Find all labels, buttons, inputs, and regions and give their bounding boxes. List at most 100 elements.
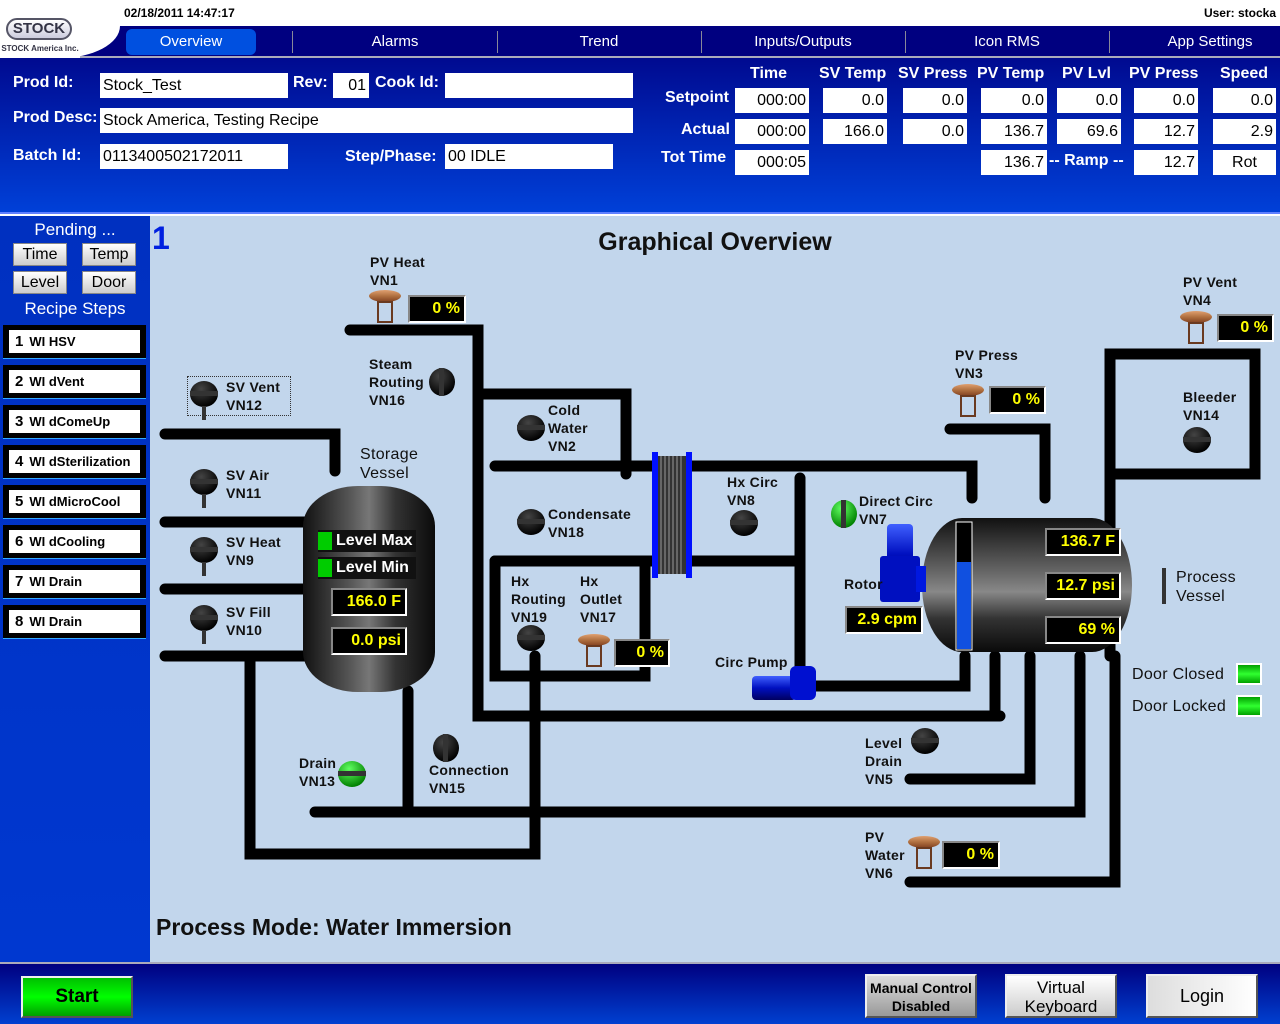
tab-app-settings[interactable]: App Settings <box>1110 29 1280 55</box>
manual-control-button[interactable]: Manual Control Disabled <box>865 974 977 1018</box>
cook-id-field[interactable] <box>445 73 633 98</box>
step-name: WI dSterilization <box>29 454 131 469</box>
col-header-pv-temp: PV Temp <box>977 65 1045 82</box>
valve-vn6[interactable] <box>908 836 940 869</box>
valve-vn15[interactable] <box>433 734 459 762</box>
ramp-pv-temp: 136.7 <box>981 150 1047 175</box>
circ-pump <box>752 666 816 700</box>
top-bar: 02/18/2011 14:47:17 User: stocka <box>0 0 1280 26</box>
circ-pump-label: Circ Pump <box>715 654 788 670</box>
level-min-indicator: Level Min <box>318 557 416 579</box>
valve-vn1[interactable] <box>369 290 401 323</box>
valve-vn5[interactable] <box>911 728 939 754</box>
setpoint-label: Setpoint <box>665 89 729 106</box>
process-vessel-temp: 136.7 F <box>1045 528 1121 556</box>
step-name: WI HSV <box>29 334 76 349</box>
valve-vn4[interactable] <box>1180 311 1212 344</box>
valve-vn11[interactable] <box>190 469 218 508</box>
step-name: WI Drain <box>29 614 83 629</box>
process-vessel-press: 12.7 psi <box>1045 572 1121 600</box>
recipe-step[interactable]: 7 WI Drain <box>3 565 146 599</box>
valve-vn3[interactable] <box>952 384 984 417</box>
virtual-keyboard-button[interactable]: Virtual Keyboard <box>1005 974 1117 1018</box>
prod-desc-field[interactable]: Stock America, Testing Recipe <box>100 108 633 133</box>
user-label: User: stocka <box>1203 6 1276 20</box>
tab-overview[interactable]: Overview <box>126 29 256 55</box>
tab-inputs-outputs[interactable]: Inputs/Outputs <box>702 29 904 55</box>
step-number: 2 <box>15 373 24 390</box>
rotor-label: Rotor <box>844 576 883 592</box>
heat-exchanger <box>652 452 692 578</box>
ramp-pv-press: 12.7 <box>1134 150 1198 175</box>
valve-vn19[interactable] <box>517 625 545 651</box>
cook-id-label: Cook Id: <box>375 74 439 91</box>
vn13-label: Drain VN13 <box>299 755 337 789</box>
vn5-label: Level Drain VN5 <box>865 735 903 787</box>
level-max-led <box>318 532 332 550</box>
tab-trend[interactable]: Trend <box>498 29 700 55</box>
recipe-step[interactable]: 2 WI dVent <box>3 365 146 399</box>
company-logo: STOCK STOCK America Inc. <box>0 14 80 58</box>
step-phase-field[interactable]: 00 IDLE <box>445 144 613 169</box>
setpoint-pv-press: 0.0 <box>1134 88 1198 113</box>
door-closed-indicator <box>1236 663 1262 685</box>
pending-title: Pending ... <box>34 220 116 239</box>
vn8-label: Hx Circ VN8 <box>727 474 779 508</box>
overview-title: Graphical Overview <box>598 228 832 256</box>
recipe-step[interactable]: 4 WI dSterilization <box>3 445 146 479</box>
process-vessel-level: 69 % <box>1045 616 1121 644</box>
level-max-indicator: Level Max <box>318 530 416 552</box>
pending-door-button[interactable]: Door <box>82 271 136 294</box>
vn4-percent: 0 % <box>1217 314 1274 342</box>
prod-id-field[interactable]: Stock_Test <box>100 73 288 98</box>
actual-speed: 2.9 <box>1213 119 1276 144</box>
valve-vn16[interactable] <box>429 368 455 396</box>
recipe-step[interactable]: 3 WI dComeUp <box>3 405 146 439</box>
valve-vn14[interactable] <box>1183 427 1211 453</box>
process-mode-label: Process Mode: <box>156 914 320 940</box>
step-number: 1 <box>15 333 24 350</box>
col-header-speed: Speed <box>1220 65 1269 82</box>
rotor-speed: 2.9 cpm <box>845 606 923 634</box>
valve-vn17[interactable] <box>578 634 610 667</box>
recipe-step[interactable]: 5 WI dMicroCool <box>3 485 146 519</box>
vn6-label: PV Water VN6 <box>865 829 905 881</box>
tab-icon-rms[interactable]: Icon RMS <box>906 29 1108 55</box>
step-number: 5 <box>15 493 24 510</box>
valve-vn10[interactable] <box>190 605 218 644</box>
pending-temp-button[interactable]: Temp <box>82 243 136 266</box>
recipe-step[interactable]: 8 WI Drain <box>3 605 146 639</box>
col-header-time: Time <box>750 65 788 82</box>
rotor-motor <box>880 524 926 602</box>
tab-alarms[interactable]: Alarms <box>294 29 496 55</box>
batch-header: Prod Id: Stock_Test Rev: 01 Cook Id: Pro… <box>0 58 1280 214</box>
valve-vn7[interactable] <box>831 500 857 528</box>
valve-vn9[interactable] <box>190 537 218 576</box>
vn18-label: Condensate VN18 <box>548 506 632 540</box>
recipe-steps-title: Recipe Steps <box>24 299 126 318</box>
footer-bar: Start Manual Control Disabled Virtual Keyb… <box>0 962 1280 1024</box>
ramp-label: -- Ramp -- <box>1049 152 1124 169</box>
valve-vn8[interactable] <box>730 510 758 536</box>
vn11-label: SV Air VN11 <box>226 467 270 501</box>
login-button[interactable]: Login <box>1146 974 1258 1018</box>
pending-time-button[interactable]: Time <box>13 243 67 266</box>
actual-sv-press: 0.0 <box>903 119 967 144</box>
recipe-step[interactable]: 1 WI HSV <box>3 325 146 359</box>
vn16-label: Steam Routing VN16 <box>369 356 424 408</box>
col-header-pv-press: PV Press <box>1129 65 1199 82</box>
valve-vn13[interactable] <box>338 761 366 787</box>
tot-time-label: Tot Time <box>661 149 727 166</box>
nav-bar: Overview Alarms Trend Inputs/Outputs Ico… <box>0 26 1280 58</box>
recipe-step[interactable]: 6 WI dCooling <box>3 525 146 559</box>
actual-label: Actual <box>681 121 730 138</box>
valve-vn2[interactable] <box>517 415 545 441</box>
valve-vn18[interactable] <box>517 509 545 535</box>
batch-id-field[interactable]: 0113400502172011 <box>100 144 288 169</box>
step-number: 3 <box>15 413 24 430</box>
setpoint-pv-lvl: 0.0 <box>1057 88 1121 113</box>
start-button[interactable]: Start <box>21 976 133 1018</box>
door-locked-indicator <box>1236 695 1262 717</box>
rev-field[interactable]: 01 <box>333 73 369 98</box>
pending-level-button[interactable]: Level <box>13 271 67 294</box>
